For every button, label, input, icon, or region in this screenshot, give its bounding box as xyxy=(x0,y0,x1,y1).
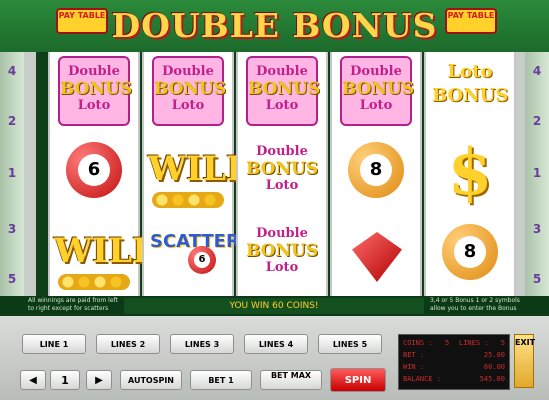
left-line-indicator: 4 2 1 3 5 xyxy=(0,52,24,296)
bet-row: BET : 25.00 xyxy=(403,351,505,359)
coins-lines-row: COINS : 5 LINES : 5 xyxy=(403,339,505,347)
symbol-double-bonus-loto: Double BONUS Loto xyxy=(332,52,420,132)
reel-4: Double BONUS Loto 8 xyxy=(330,52,422,296)
line-number[interactable]: 4 xyxy=(530,64,544,78)
coins-icon xyxy=(152,192,224,208)
lines-5-button[interactable]: LINES 5 xyxy=(318,334,382,354)
line-number[interactable]: 5 xyxy=(530,272,544,286)
gem-icon xyxy=(352,232,402,282)
autospin-button[interactable]: AUTOSPIN xyxy=(120,370,182,390)
reel-1: Double BONUS Loto 6 WILD xyxy=(48,52,161,296)
symbol-scatter: SCATTER 6 xyxy=(144,216,240,296)
bet-max-button[interactable]: BET MAX xyxy=(260,370,322,390)
symbol-wild: WILD xyxy=(50,216,161,296)
reel-2: Double BONUS Loto WILD SCATTER 6 xyxy=(142,52,255,296)
symbol-dollar: $ xyxy=(447,135,493,210)
reel-5: Loto BONUS $ 8 xyxy=(424,52,516,296)
lines-2-button[interactable]: LINES 2 xyxy=(96,334,160,354)
reel-area: Double BONUS Loto 6 WILD Double BONUS Lo… xyxy=(36,52,516,296)
win-message: YOU WIN 60 COINS! xyxy=(124,298,424,314)
line-number[interactable]: 1 xyxy=(5,166,19,180)
symbol-gem xyxy=(332,216,420,296)
line-number[interactable]: 2 xyxy=(530,114,544,128)
line-number[interactable]: 3 xyxy=(5,222,19,236)
symbol-double-bonus-loto: Double BONUS Loto xyxy=(238,134,326,214)
symbol-double-bonus-loto: Double BONUS Loto xyxy=(50,52,138,132)
spin-button[interactable]: SPIN xyxy=(330,368,386,392)
symbol-lotto-ball: 6 xyxy=(50,134,138,214)
line-number[interactable]: 3 xyxy=(530,222,544,236)
symbol-double-bonus-loto: Double BONUS Loto xyxy=(144,52,232,132)
paytable-button-right[interactable]: PAY TABLE xyxy=(445,8,497,34)
symbol-loto-bonus: Loto BONUS xyxy=(432,61,509,106)
coins-icon xyxy=(58,274,130,290)
line-number[interactable]: 4 xyxy=(5,64,19,78)
rules-note-right: 3,4 or 5 Bonus 1 or 2 symbols allow you … xyxy=(430,297,520,312)
line-number[interactable]: 5 xyxy=(5,272,19,286)
symbol-lotto-ball: 8 xyxy=(332,134,420,214)
info-display: COINS : 5 LINES : 5 BET : 25.00 WIN : 60… xyxy=(398,334,510,390)
bet-1-button[interactable]: BET 1 xyxy=(190,370,252,390)
line-1-button[interactable]: LINE 1 xyxy=(22,334,86,354)
symbol-wild: WILD xyxy=(144,134,255,214)
symbol-double-bonus-loto: Double BONUS Loto xyxy=(238,216,326,296)
balance-row: BALANCE : 545.00 xyxy=(403,375,505,383)
reel-3: Double BONUS Loto Double BONUS Loto Doub… xyxy=(236,52,328,296)
symbol-lotto-ball: 8 xyxy=(426,216,514,296)
bet-increase-arrow-icon[interactable]: ▶ xyxy=(86,370,112,390)
bet-value-display: 1 xyxy=(50,370,80,390)
top-banner: PAY TABLE DOUBLE BONUS LOTO PAY TABLE xyxy=(0,0,549,89)
lines-4-button[interactable]: LINES 4 xyxy=(244,334,308,354)
symbol-double-bonus-loto: Double BONUS Loto xyxy=(238,52,326,132)
lines-3-button[interactable]: LINES 3 xyxy=(170,334,234,354)
game-title: DOUBLE BONUS LOTO xyxy=(111,6,438,89)
exit-button[interactable]: EXIT xyxy=(514,334,535,388)
bet-decrease-arrow-icon[interactable]: ◀ xyxy=(20,370,46,390)
line-number[interactable]: 2 xyxy=(5,114,19,128)
win-row: WIN : 60.00 xyxy=(403,363,505,371)
message-bar: All winnings are paid from left to right… xyxy=(0,296,549,316)
line-number[interactable]: 1 xyxy=(530,166,544,180)
right-line-indicator: 4 2 1 3 5 xyxy=(525,52,549,296)
rules-note-left: All winnings are paid from left to right… xyxy=(28,297,118,312)
